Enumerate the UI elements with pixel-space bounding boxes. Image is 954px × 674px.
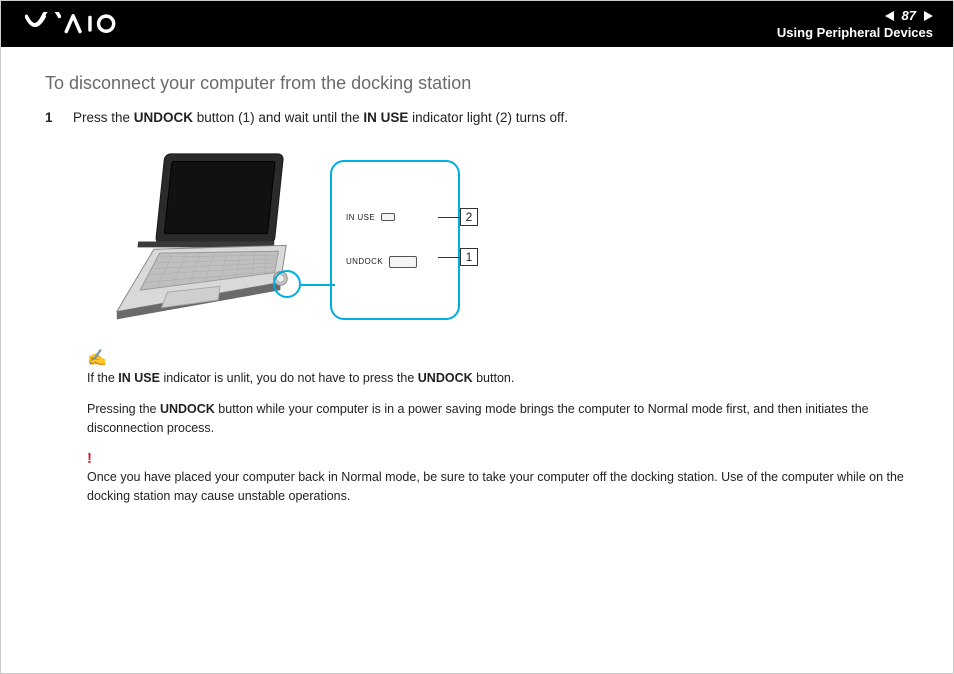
manual-page: 87 Using Peripheral Devices To disconnec… bbox=[0, 0, 954, 674]
bold: UNDOCK bbox=[160, 402, 215, 416]
notes-block: ✍ If the IN USE indicator is unlit, you … bbox=[87, 351, 909, 507]
prev-page-arrow-icon[interactable] bbox=[885, 11, 894, 21]
page-nav: 87 bbox=[885, 8, 933, 23]
laptop-drawing bbox=[105, 148, 300, 333]
note-icon: ✍ bbox=[87, 351, 909, 367]
text: button (1) and wait until the bbox=[193, 110, 363, 125]
note-2: Pressing the UNDOCK button while your co… bbox=[87, 400, 909, 439]
page-title: To disconnect your computer from the doc… bbox=[45, 73, 909, 94]
warning-text: Once you have placed your computer back … bbox=[87, 468, 909, 507]
text: Press the bbox=[73, 110, 134, 125]
undock-button bbox=[389, 256, 417, 268]
callout-number-2: 2 bbox=[460, 208, 478, 226]
undock-label: UNDOCK bbox=[346, 257, 383, 266]
text: If the bbox=[87, 371, 118, 385]
text: indicator is unlit, you do not have to p… bbox=[160, 371, 418, 385]
callout-number-1: 1 bbox=[460, 248, 478, 266]
page-number: 87 bbox=[902, 8, 916, 23]
bold: UNDOCK bbox=[134, 110, 193, 125]
note-1: If the IN USE indicator is unlit, you do… bbox=[87, 369, 909, 388]
detail-callout: IN USE UNDOCK 2 1 bbox=[330, 160, 460, 320]
text: indicator light (2) turns off. bbox=[408, 110, 568, 125]
bold: IN USE bbox=[118, 371, 160, 385]
warning-icon: ! bbox=[87, 451, 909, 466]
illustration: IN USE UNDOCK 2 1 bbox=[105, 148, 909, 333]
page-content: To disconnect your computer from the doc… bbox=[1, 47, 953, 528]
vaio-logo bbox=[25, 1, 135, 47]
section-title: Using Peripheral Devices bbox=[777, 25, 933, 40]
next-page-arrow-icon[interactable] bbox=[924, 11, 933, 21]
in-use-indicator-row: IN USE bbox=[346, 213, 448, 222]
step-1: 1 Press the UNDOCK button (1) and wait u… bbox=[45, 108, 909, 128]
step-number: 1 bbox=[45, 108, 59, 128]
callout-numbers: 2 1 bbox=[460, 162, 484, 318]
highlight-circle-icon bbox=[273, 270, 301, 298]
page-header: 87 Using Peripheral Devices bbox=[1, 1, 953, 47]
step-text: Press the UNDOCK button (1) and wait unt… bbox=[73, 108, 568, 128]
undock-button-row: UNDOCK bbox=[346, 256, 448, 268]
bold: IN USE bbox=[363, 110, 408, 125]
bold: UNDOCK bbox=[418, 371, 473, 385]
in-use-indicator bbox=[381, 213, 395, 221]
header-right: 87 Using Peripheral Devices bbox=[777, 8, 933, 40]
in-use-label: IN USE bbox=[346, 213, 375, 222]
text: Pressing the bbox=[87, 402, 160, 416]
text: button. bbox=[473, 371, 515, 385]
